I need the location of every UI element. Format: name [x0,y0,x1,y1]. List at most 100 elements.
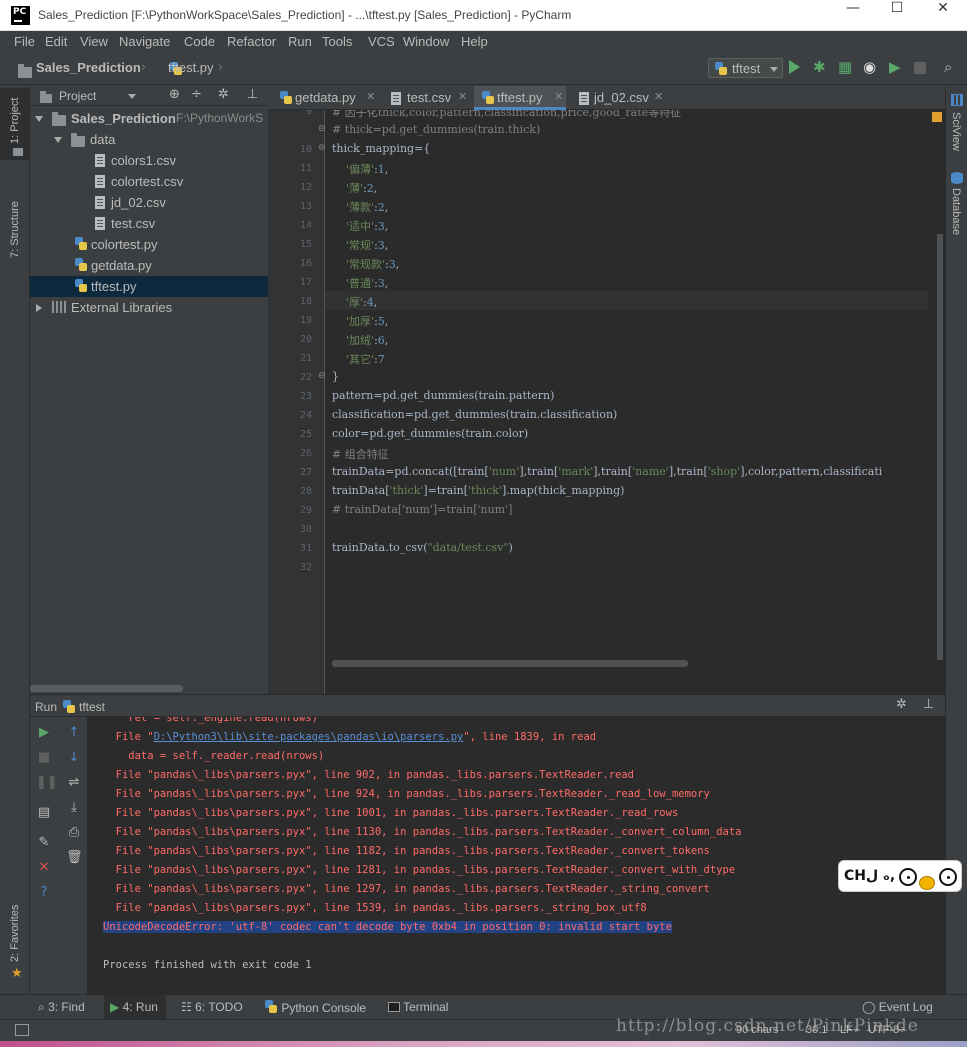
breadcrumb-project[interactable]: Sales_Prediction [36,60,141,75]
locate-file-icon[interactable]: ⊕ [169,87,180,102]
code-line[interactable]: '加厚':5, [332,313,388,329]
bug-icon[interactable]: ✱ [813,58,826,76]
tool-tab-project[interactable]: 1: Project [9,98,21,144]
editor-hscrollbar[interactable] [332,660,688,667]
play-icon[interactable] [789,60,800,74]
code-line[interactable]: '偏薄':1, [332,161,388,177]
code-line[interactable]: '普通':3, [332,275,388,291]
menu-file[interactable]: File [14,34,35,49]
pause-icon[interactable]: ❚❚ [36,775,58,791]
tool-tab-sciview[interactable]: SciView [950,112,962,151]
tab-jd-02-csv[interactable]: jd_02.csv ✕ [568,86,674,110]
tab-getdata-py[interactable]: getdata.py ✕ [276,86,381,110]
arrow-down-icon[interactable]: ↓ [66,750,82,766]
chevron-down-icon[interactable] [35,116,43,122]
fold-marker-icon[interactable]: ⊖ [318,124,326,134]
tool-tab-find[interactable]: ⌕ 3: Find [38,1000,85,1015]
minimize-button[interactable]: — [830,0,876,31]
close-icon[interactable]: ✕ [36,860,52,876]
clear-all-icon[interactable]: 🗑 [66,850,83,866]
breadcrumb-file[interactable]: tftest.py [168,60,214,75]
tree-item-sales-prediction[interactable]: Sales_Prediction F:\PythonWorkS [30,108,268,129]
concurrency-icon[interactable]: ▶ [889,58,901,76]
tab-tftest-py[interactable]: tftest.py ✕ [474,86,566,110]
gear-icon[interactable]: ✲ [218,87,229,102]
code-line[interactable]: # 组合特征 [332,446,389,462]
tree-item-colors1-csv[interactable]: colors1.csv [30,150,268,171]
close-icon[interactable]: ✕ [458,90,467,103]
chevron-down-icon[interactable] [128,94,136,99]
close-icon[interactable]: ✕ [654,90,663,103]
code-line[interactable]: '常规':3, [332,237,388,253]
tab-test-csv[interactable]: test.csv ✕ [383,86,473,110]
run-config-select[interactable]: tftest [708,58,783,78]
menu-navigate[interactable]: Navigate [119,34,170,49]
file-link[interactable]: D:\Python3\lib\site-packages\pandas\io\p… [154,731,464,743]
menu-view[interactable]: View [80,34,108,49]
code-line[interactable]: # thick=pd.get_dummies(train.thick) [332,123,540,136]
maximize-button[interactable]: ☐ [874,0,920,31]
menu-run[interactable]: Run [288,34,312,49]
editor-vscrollbar[interactable] [937,234,943,660]
hide-panel-icon[interactable]: ⊥ [923,697,934,712]
tree-item-tftest-py[interactable]: tftest.py [30,276,268,297]
tool-tab-favorites[interactable]: 2: Favorites [9,905,21,962]
chevron-down-icon[interactable] [54,137,62,143]
project-hscrollbar[interactable] [30,685,183,692]
stop-icon[interactable] [914,62,926,74]
code-line[interactable]: '加绒':6, [332,332,388,348]
tree-item-jd-02-csv[interactable]: jd_02.csv [30,192,268,213]
warning-icon[interactable] [932,112,942,122]
close-button[interactable]: ✕ [920,0,966,31]
code-line[interactable]: trainData=pd.concat([train['num'],train[… [332,465,882,478]
rerun-icon[interactable]: ▶ [36,725,52,741]
tree-item-colortest-csv[interactable]: colortest.csv [30,171,268,192]
menu-vcs[interactable]: VCS [368,34,395,49]
toggle-tool-windows-icon[interactable] [15,1024,29,1036]
menu-tools[interactable]: Tools [322,34,352,49]
tree-item-test-csv[interactable]: test.csv [30,213,268,234]
tool-tab-terminal[interactable]: Terminal [388,1000,448,1014]
search-everywhere-icon[interactable]: ⌕ [944,58,952,76]
project-view-select[interactable]: Project [59,89,96,103]
fold-marker-icon[interactable]: ⊖ [318,143,326,153]
pin-icon[interactable]: ✎ [36,835,52,851]
code-line[interactable]: } [332,370,339,383]
soft-wrap-icon[interactable]: ⇌ [66,775,82,791]
stop-icon[interactable]: ■ [36,750,52,766]
gear-icon[interactable]: ✲ [896,697,907,712]
code-editor[interactable]: 9 10 11 12 13 14 15 16 17 18 19 20 21 22 23 24 25 26 27 28 2… [268,110,945,694]
code-line[interactable]: color=pd.get_dummies(train.color) [332,427,528,440]
menu-refactor[interactable]: Refactor [227,34,276,49]
restore-layout-icon[interactable]: ▤ [36,805,52,821]
profile-icon[interactable]: ◉ [863,58,876,76]
tree-item-getdata-py[interactable]: getdata.py [30,255,268,276]
hide-panel-icon[interactable]: ⊥ [247,87,258,102]
menu-window[interactable]: Window [403,34,449,49]
code-line[interactable]: '薄款':2, [332,199,388,215]
tool-tab-todo[interactable]: ☷ 6: TODO [181,1000,243,1014]
collapse-all-icon[interactable]: ÷ [191,87,202,102]
close-icon[interactable]: ✕ [554,90,563,103]
chevron-right-icon[interactable] [36,304,42,312]
code-line[interactable]: # 因子化thick,color,pattern,classification,… [332,110,681,120]
tree-item-external-libraries[interactable]: External Libraries [30,297,268,318]
tool-tab-run[interactable]: ▶ 4: Run [104,995,166,1019]
menu-edit[interactable]: Edit [45,34,67,49]
run-config-tab[interactable]: tftest [79,700,105,714]
event-log-button[interactable]: ◯ Event Log [862,1000,933,1014]
code-line[interactable]: '常规款':3, [332,256,399,272]
code-line[interactable]: thick_mapping={ [332,142,430,155]
code-line[interactable]: trainData.to_csv("data/test.csv") [332,541,513,554]
code-line[interactable]: '厚':4, [332,294,377,310]
help-icon[interactable]: ? [36,885,52,901]
tree-item-data[interactable]: data [30,129,268,150]
code-line[interactable]: classification=pd.get_dummies(train.clas… [332,408,617,421]
tree-item-colortest-py[interactable]: colortest.py [30,234,268,255]
coverage-icon[interactable]: ▦ [838,58,852,76]
run-console-output[interactable]: ret = self._engine.read(nrows) File "D:\… [88,717,945,994]
code-line[interactable]: pattern=pd.get_dummies(train.pattern) [332,389,554,402]
code-line[interactable]: '适中':3, [332,218,388,234]
scroll-to-end-icon[interactable]: ⤓ [66,800,82,816]
close-icon[interactable]: ✕ [366,90,375,103]
